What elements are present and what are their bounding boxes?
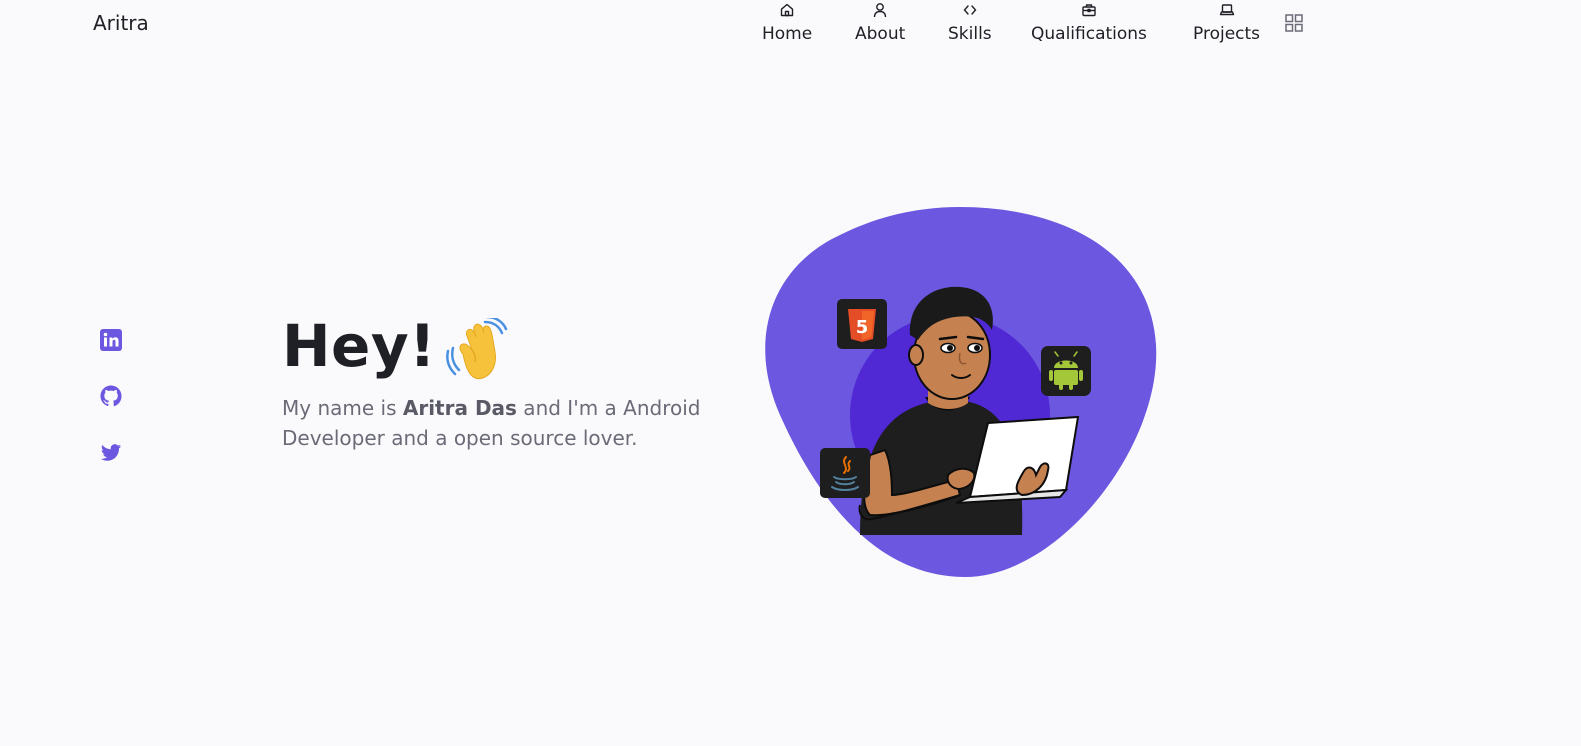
code-icon: [963, 5, 977, 15]
svg-text:5: 5: [856, 317, 869, 338]
linkedin-icon: [100, 329, 122, 351]
developer-illustration: 5: [765, 207, 1157, 577]
linkedin-link[interactable]: [100, 329, 122, 351]
hero-desc-name: Aritra Das: [402, 396, 517, 420]
nav-qualifications[interactable]: Qualifications: [1031, 0, 1147, 50]
grid-icon[interactable]: [1285, 14, 1303, 32]
nav-qualifications-label: Qualifications: [1031, 24, 1147, 44]
home-icon: [780, 3, 794, 17]
nav-about-label: About: [855, 24, 906, 44]
site-header: Aritra Home About Skills Qualifications …: [0, 0, 1581, 56]
user-icon: [873, 3, 887, 18]
nav-about[interactable]: About: [855, 0, 905, 50]
waving-hand-icon: [446, 318, 508, 380]
hero-desc-prefix: My name is: [282, 396, 403, 420]
nav-skills-label: Skills: [948, 24, 992, 44]
hero-title: Hey!: [282, 312, 437, 380]
twitter-link[interactable]: [100, 442, 122, 464]
briefcase-icon: [1082, 4, 1096, 17]
laptop-icon: [1219, 4, 1234, 16]
github-link[interactable]: [100, 385, 122, 407]
brand-logo[interactable]: Aritra: [93, 11, 149, 35]
nav-home[interactable]: Home: [762, 0, 812, 50]
html5-icon: 5: [837, 299, 887, 349]
nav-projects[interactable]: Projects: [1193, 0, 1260, 50]
nav-home-label: Home: [762, 24, 813, 44]
java-icon: [820, 448, 870, 498]
twitter-icon: [100, 444, 122, 461]
hero-description: My name is Aritra Das and I'm a Android …: [282, 393, 722, 453]
android-icon: [1041, 346, 1091, 396]
github-icon: [100, 385, 122, 407]
nav-skills[interactable]: Skills: [948, 0, 992, 50]
nav-projects-label: Projects: [1193, 24, 1261, 44]
